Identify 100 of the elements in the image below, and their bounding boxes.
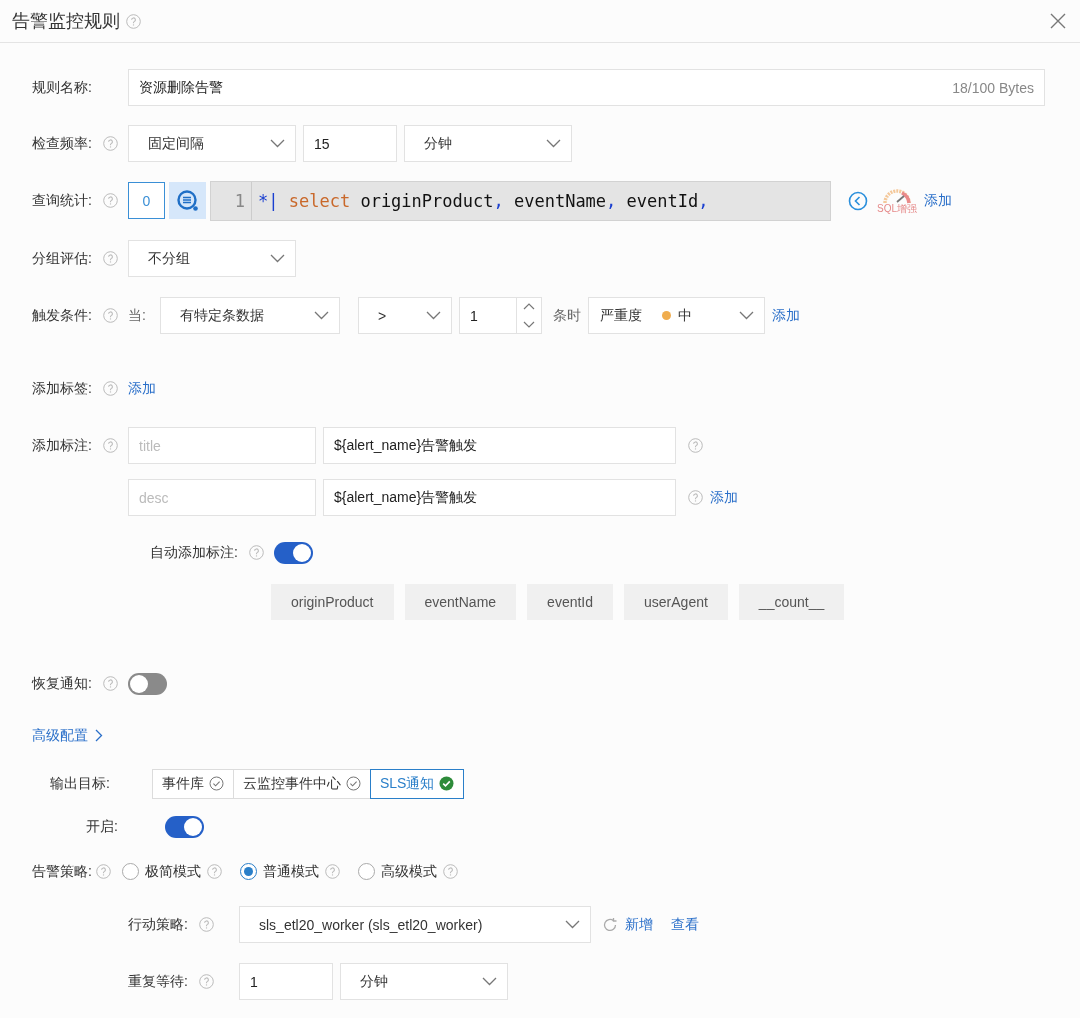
dropdown[interactable]: 分钟 (340, 963, 508, 1000)
input-field[interactable]: ${alert_name}告警触发 (323, 479, 676, 516)
action-link[interactable]: 新增 (625, 915, 653, 934)
help-icon[interactable] (688, 438, 703, 453)
index-field[interactable]: 0 (128, 182, 165, 219)
refresh-icon[interactable] (602, 916, 618, 933)
option-label[interactable]: 极简模式 (145, 862, 201, 881)
output-target-tab[interactable]: SLS通知 (370, 768, 465, 799)
option-label[interactable]: 高级模式 (381, 862, 437, 881)
field-label: 检查频率: (32, 134, 92, 153)
help-icon[interactable] (102, 438, 118, 453)
line-number: 1 (211, 181, 252, 220)
help-icon[interactable] (102, 381, 118, 396)
field-chip[interactable]: originProduct (271, 583, 394, 620)
field-chip[interactable]: __count__ (738, 583, 845, 620)
dropdown[interactable]: 严重度 中 (588, 297, 765, 334)
dropdown[interactable]: 分钟 (404, 125, 572, 162)
help-icon[interactable] (102, 676, 118, 691)
help-icon[interactable] (207, 864, 222, 879)
field-label: 严重度 (600, 306, 642, 325)
help-icon[interactable] (102, 308, 118, 323)
chevron-down-icon (314, 311, 329, 320)
chevron-right-icon (95, 729, 103, 742)
text-field[interactable]: 资源删除告警 18/100 Bytes (128, 69, 1045, 106)
help-icon[interactable] (688, 490, 703, 505)
chevron-down-icon (426, 311, 441, 320)
dropdown[interactable]: sls_etl20_worker (sls_etl20_worker) (239, 906, 591, 943)
output-target-tab[interactable]: 云监控事件中心 (233, 768, 371, 799)
code-line: *| select originProduct, eventName, eventId, (257, 190, 709, 211)
help-icon[interactable] (102, 251, 118, 266)
field-chip[interactable]: eventId (527, 583, 614, 620)
help-icon[interactable] (248, 545, 264, 560)
add-link[interactable]: 添加 (772, 306, 800, 325)
chevron-down-icon (739, 311, 754, 320)
field-label: 查询统计: (32, 191, 92, 210)
query-button[interactable] (169, 182, 206, 219)
help-icon[interactable] (198, 917, 214, 932)
toggle-switch[interactable] (165, 815, 204, 838)
advanced-settings-link[interactable]: 高级配置 (32, 726, 88, 745)
dropdown[interactable]: 不分组 (128, 240, 296, 277)
help-icon[interactable] (198, 974, 214, 989)
add-link[interactable]: 添加 (924, 191, 952, 210)
field-label: 行动策略: (128, 915, 188, 934)
radio-button[interactable] (358, 863, 375, 880)
number-field[interactable]: 1 (459, 297, 542, 334)
field-label: 添加标签: (32, 379, 92, 398)
field-label: 条时 (553, 306, 581, 325)
code-editor[interactable]: 1 *| select originProduct, eventName, eventId, (210, 180, 831, 221)
field-label: 重复等待: (128, 972, 188, 991)
field-label: 分组评估: (32, 249, 92, 268)
field-chip[interactable]: userAgent (624, 583, 728, 620)
add-link[interactable]: 添加 (710, 488, 738, 507)
sql-boost-label: SQL增强 (877, 204, 917, 214)
dialog-title: 告警监控规则 (12, 10, 120, 33)
check-circle-icon (209, 776, 224, 791)
field-chip[interactable]: eventName (404, 583, 517, 620)
field-label: 规则名称: (32, 78, 92, 97)
radio-button[interactable] (240, 863, 257, 880)
field-label: 自动添加标注: (150, 543, 238, 562)
field-label: 恢复通知: (32, 674, 92, 693)
dropdown[interactable]: > (358, 297, 452, 334)
input-field[interactable]: title (128, 427, 316, 464)
field-value: 1 (470, 307, 478, 324)
search-icon (175, 188, 200, 213)
gauge-icon[interactable] (882, 187, 912, 204)
chevron-down-icon (546, 139, 561, 148)
char-counter: 18/100 Bytes (952, 79, 1034, 96)
help-icon[interactable] (443, 864, 458, 879)
close-icon[interactable] (1050, 13, 1066, 29)
severity-value: 中 (678, 306, 693, 325)
field-label: 添加标注: (32, 436, 92, 455)
help-icon[interactable] (102, 193, 118, 208)
toggle-switch[interactable] (274, 541, 313, 564)
help-icon[interactable] (95, 864, 111, 879)
toggle-switch[interactable] (128, 672, 167, 695)
field-value: 资源删除告警 (139, 78, 223, 97)
dropdown[interactable]: 有特定条数据 (160, 297, 340, 334)
check-circle-icon (439, 776, 455, 791)
collapse-icon[interactable] (848, 190, 868, 211)
help-icon[interactable] (325, 864, 340, 879)
help-icon[interactable] (102, 136, 118, 151)
help-icon[interactable] (126, 13, 141, 29)
output-target-tab[interactable]: 事件库 (152, 768, 234, 799)
option-label[interactable]: 普通模式 (263, 862, 319, 881)
add-link[interactable]: 添加 (128, 379, 156, 398)
field-label: 触发条件: (32, 306, 92, 325)
field-label: 告警策略: (32, 862, 92, 881)
input-field[interactable]: 15 (303, 125, 397, 162)
input-field[interactable]: 1 (239, 963, 333, 1000)
input-field[interactable]: ${alert_name}告警触发 (323, 427, 676, 464)
chevron-down-icon (565, 920, 580, 929)
input-field[interactable]: desc (128, 479, 316, 516)
dropdown[interactable]: 固定间隔 (128, 125, 296, 162)
field-label: 输出目标: (50, 774, 110, 793)
action-link[interactable]: 查看 (671, 915, 699, 934)
chevron-down-icon (270, 139, 285, 148)
chevron-down-icon (270, 254, 285, 263)
check-circle-icon (346, 776, 361, 791)
field-label: 当: (128, 306, 147, 325)
radio-button[interactable] (122, 863, 139, 880)
